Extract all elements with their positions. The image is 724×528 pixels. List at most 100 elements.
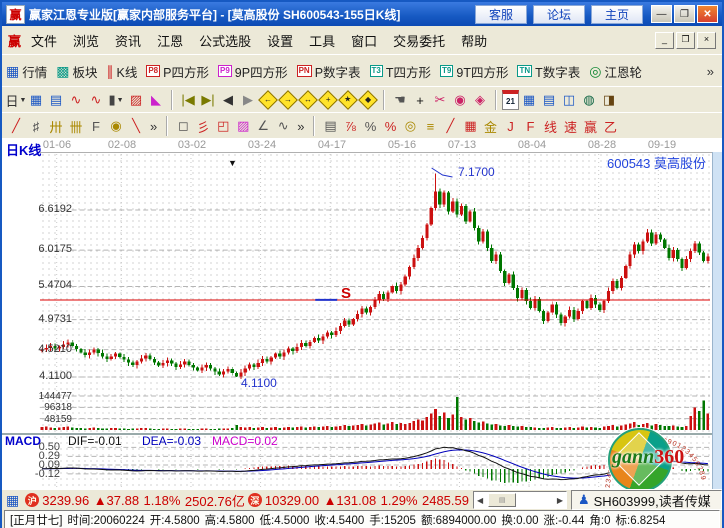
menu-item-7[interactable]: 窗口 [351, 31, 377, 50]
percent-icon[interactable]: % [360, 116, 380, 136]
chart-area[interactable]: 日K线 01-0602-0803-0203-2404-1705-1607-130… [2, 138, 722, 489]
t9-square-button[interactable]: T99T四方形 [440, 62, 508, 81]
percent-red-icon[interactable]: % [380, 116, 400, 136]
red-pattern-icon[interactable]: ▨ [126, 90, 146, 110]
forum-button[interactable]: 论坛 [533, 5, 585, 24]
last-bar-icon[interactable]: ▶| [198, 90, 218, 110]
line-text-icon[interactable]: 线 [540, 116, 560, 136]
flower-tool-icon[interactable]: ◉ [450, 90, 470, 110]
toolbar-overflow-chevron[interactable]: » [297, 119, 304, 134]
mini-chart9-icon[interactable]: ∿ [86, 90, 106, 110]
speed-line-icon[interactable]: 速 [560, 116, 580, 136]
child-minimize-button[interactable]: _ [655, 32, 674, 49]
next-bar-icon[interactable]: ▶ [238, 90, 258, 110]
ticker-scroll-thumb[interactable]: ▤ [488, 493, 516, 507]
t-square-button[interactable]: T3T四方形 [370, 62, 431, 81]
mini-chart3-icon[interactable]: ∿ [66, 90, 86, 110]
toolbar-overflow-chevron[interactable]: » [150, 119, 157, 134]
f-line-icon[interactable]: F [520, 116, 540, 136]
kline-button[interactable]: ∥K线 [107, 62, 138, 81]
gann-left-icon[interactable]: ← [258, 90, 278, 110]
quotes-button[interactable]: ▦行情 [6, 62, 47, 81]
square-pattern-icon[interactable]: ▨ [233, 116, 253, 136]
cut-tool-icon[interactable]: ✂ [430, 90, 450, 110]
menu-item-1[interactable]: 浏览 [73, 31, 99, 50]
homepage-button[interactable]: 主页 [591, 5, 643, 24]
circle-pattern-icon[interactable]: ◰ [213, 116, 233, 136]
hand-tool-icon[interactable]: ☚ [390, 90, 410, 110]
menu-item-6[interactable]: 工具 [309, 31, 335, 50]
gann-lr-icon[interactable]: ↔ [298, 90, 318, 110]
child-close-button[interactable]: × [697, 32, 716, 49]
close-button[interactable]: ✕ [697, 5, 718, 23]
candle-type-dropdown[interactable]: 日▼ [6, 90, 26, 110]
spiral-tool-icon[interactable]: ◉ [106, 116, 126, 136]
ticker-scroll-right-icon[interactable]: ▶ [554, 496, 566, 505]
minimize-button[interactable]: — [651, 5, 672, 23]
gold-text-icon[interactable]: 金 [480, 116, 500, 136]
win-line-icon[interactable]: 赢 [580, 116, 600, 136]
p9-square-button[interactable]: P99P四方形 [218, 62, 288, 81]
menu-item-5[interactable]: 设置 [267, 31, 293, 50]
customer-service-button[interactable]: 客服 [475, 5, 527, 24]
bar-type-dropdown[interactable]: ▮▼ [106, 90, 126, 110]
gann-grid2-icon[interactable]: 卌 [66, 116, 86, 136]
gold-line-icon[interactable]: ≡ [420, 116, 440, 136]
status-field-3: 高:4.5800 [205, 512, 255, 528]
calculator-icon[interactable]: ▦ [519, 90, 539, 110]
memo-icon[interactable]: ▤ [539, 90, 559, 110]
menu-item-0[interactable]: 文件 [31, 31, 57, 50]
shanghai-index-change: ▲37.88 [94, 493, 139, 508]
wave-tool-icon[interactable]: ∿ [273, 116, 293, 136]
z-line-icon[interactable]: 乙 [600, 116, 620, 136]
grid-tool-icon[interactable]: ♯ [26, 116, 46, 136]
j-line-icon[interactable]: J [500, 116, 520, 136]
knot-tool-icon[interactable]: ◈ [470, 90, 490, 110]
menu-item-3[interactable]: 江恩 [157, 31, 183, 50]
sell-marker: S [341, 285, 351, 302]
color-flag-icon[interactable]: ◣ [146, 90, 166, 110]
child-restore-button[interactable]: ❐ [676, 32, 695, 49]
report-icon[interactable]: ▤ [46, 90, 66, 110]
selected-stock-panel[interactable]: ♟ SH603999,读者传媒 [571, 490, 722, 510]
menu-item-8[interactable]: 交易委托 [393, 31, 445, 50]
ticker-scroll-left-icon[interactable]: ◀ [474, 496, 486, 505]
prev-bar-icon[interactable]: ◀ [218, 90, 238, 110]
calendar-icon[interactable]: 21 [502, 90, 519, 110]
t-table-button[interactable]: TNT数字表 [517, 62, 580, 81]
toolbar-overflow-chevron[interactable]: » [707, 64, 714, 79]
angle-tool-icon[interactable]: ∠ [253, 116, 273, 136]
percent7-icon[interactable]: ⅞ [340, 116, 360, 136]
web-data-icon[interactable]: ◍ [579, 90, 599, 110]
gann-star-icon[interactable]: ★ [338, 90, 358, 110]
crosshair-tool-icon[interactable]: + [410, 90, 430, 110]
multi-window-icon[interactable]: ▦ [26, 90, 46, 110]
gann-wheel-button[interactable]: ◎江恩轮 [589, 62, 642, 81]
application-window: 赢 赢家江恩专业版[赢家内部服务平台] - [莫高股份 SH600543-155… [0, 0, 724, 528]
gold-circle-icon[interactable]: ◎ [400, 116, 420, 136]
export-icon[interactable]: ◨ [599, 90, 619, 110]
ticker-scrollbar[interactable]: ◀ ▤ ▶ [473, 491, 567, 509]
ruler-icon[interactable]: ▤ [320, 116, 340, 136]
quote-board-icon[interactable]: ▦ [6, 492, 19, 509]
fibonacci-tool-icon[interactable]: F [86, 116, 106, 136]
pen2-tool-icon[interactable]: ╲ [126, 116, 146, 136]
first-bar-icon[interactable]: |◀ [178, 90, 198, 110]
sectors-button[interactable]: ▩板块 [56, 62, 97, 81]
gann-cross-icon[interactable]: + [318, 90, 338, 110]
red-grid-icon[interactable]: ▦ [460, 116, 480, 136]
menu-item-4[interactable]: 公式选股 [199, 31, 251, 50]
save-icon[interactable]: ◫ [559, 90, 579, 110]
p-square-button[interactable]: P8P四方形 [146, 62, 209, 81]
pen-tool-icon[interactable]: ╱ [6, 116, 26, 136]
gann-grid1-icon[interactable]: 卅 [46, 116, 66, 136]
restore-button[interactable]: ❐ [674, 5, 695, 23]
gann-right-icon[interactable]: → [278, 90, 298, 110]
box-tool-icon[interactable]: ◻ [173, 116, 193, 136]
p-table-button[interactable]: PNP数字表 [297, 62, 361, 81]
pen3-icon[interactable]: ╱ [440, 116, 460, 136]
fan-tool-icon[interactable]: 彡 [193, 116, 213, 136]
menu-item-2[interactable]: 资讯 [115, 31, 141, 50]
gann-all-icon[interactable]: ◆ [358, 90, 378, 110]
menu-item-9[interactable]: 帮助 [461, 31, 487, 50]
